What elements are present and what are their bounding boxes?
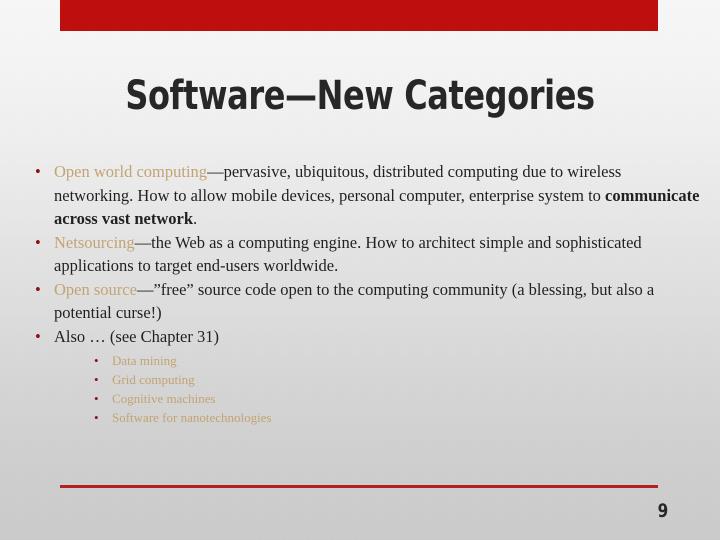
list-item: • Also … (see Chapter 31) • Data mining • G…: [26, 325, 702, 428]
sub-bullet-list: • Data mining • Grid computing • Cognitive …: [54, 351, 702, 427]
bullet-marker-icon: •: [35, 279, 41, 299]
bullet-marker-icon: •: [35, 326, 41, 346]
bullet-lead-term: Netsourcing: [54, 232, 135, 252]
list-item: • Grid computing: [92, 370, 702, 389]
bullet-lead-term: Open source: [54, 279, 137, 299]
bullet-marker-icon: •: [35, 232, 41, 252]
sub-bullet-marker-icon: •: [94, 410, 99, 425]
list-item: • Data mining: [92, 351, 702, 370]
list-item: • Open source—”free” source code open to …: [26, 278, 702, 325]
header-accent-bar: [60, 0, 658, 31]
slide-body: • Open world computing—pervasive, ubiquit…: [26, 160, 702, 427]
list-item: • Open world computing—pervasive, ubiquit…: [26, 160, 702, 231]
sub-bullet-marker-icon: •: [94, 391, 99, 406]
page-number: 9: [657, 500, 668, 522]
bullet-list: • Open world computing—pervasive, ubiquit…: [26, 160, 702, 427]
slide-canvas: Software—New Categories • Open world comp…: [0, 0, 720, 540]
footer-rule: [60, 485, 658, 488]
bullet-lead-term: Open world computing: [54, 162, 208, 181]
bullet-tail-text: .: [193, 209, 198, 228]
bullet-body-text: —”free” source code open to the computin…: [54, 279, 655, 323]
sub-bullet-label: Grid computing: [112, 372, 195, 387]
slide-title: Software—New Categories: [125, 73, 595, 119]
sub-bullet-marker-icon: •: [94, 372, 99, 387]
bullet-body-text: Also … (see Chapter 31): [54, 326, 219, 346]
list-item: • Netsourcing—the Web as a computing engi…: [26, 231, 702, 278]
bullet-body-text: —the Web as a computing engine. How to a…: [54, 232, 642, 276]
sub-bullet-label: Data mining: [112, 353, 177, 368]
list-item: • Software for nanotechnologies: [92, 408, 702, 427]
sub-bullet-marker-icon: •: [94, 353, 99, 368]
bullet-marker-icon: •: [35, 162, 41, 181]
sub-bullet-label: Software for nanotechnologies: [112, 410, 272, 425]
list-item: • Cognitive machines: [92, 389, 702, 408]
sub-bullet-label: Cognitive machines: [112, 391, 216, 406]
